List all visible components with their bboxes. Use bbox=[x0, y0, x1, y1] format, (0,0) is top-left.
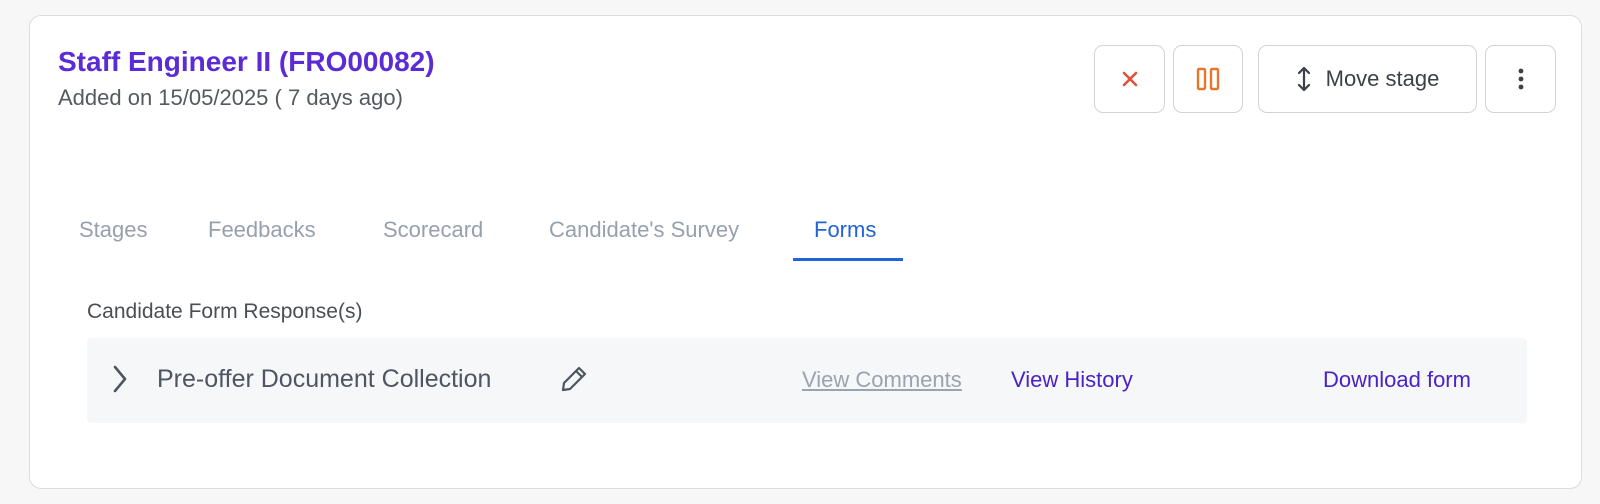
more-options-button[interactable] bbox=[1485, 45, 1556, 113]
form-name: Pre-offer Document Collection bbox=[157, 365, 492, 393]
added-on-text: Added on 15/05/2025 ( 7 days ago) bbox=[58, 85, 403, 110]
reject-button[interactable] bbox=[1094, 45, 1165, 113]
forms-section-heading: Candidate Form Response(s) bbox=[87, 300, 363, 323]
more-vertical-icon bbox=[1518, 68, 1524, 90]
tab-scorecard[interactable]: Scorecard bbox=[383, 217, 483, 243]
job-title[interactable]: Staff Engineer II (FRO00082) bbox=[58, 46, 435, 78]
application-card: Staff Engineer II (FRO00082) Added on 15… bbox=[29, 15, 1582, 489]
pause-icon bbox=[1196, 67, 1220, 91]
edit-pencil-icon[interactable] bbox=[559, 364, 589, 399]
view-history-link[interactable]: View History bbox=[1011, 367, 1133, 393]
chevron-right-icon[interactable] bbox=[112, 364, 128, 399]
move-stage-button[interactable]: Move stage bbox=[1258, 45, 1477, 113]
close-icon bbox=[1121, 70, 1139, 88]
form-row: Pre-offer Document Collection View Comme… bbox=[87, 338, 1527, 423]
move-stage-label: Move stage bbox=[1325, 66, 1440, 91]
vertical-arrows-icon bbox=[1296, 65, 1312, 93]
download-form-link[interactable]: Download form bbox=[1323, 367, 1471, 393]
tab-stages[interactable]: Stages bbox=[79, 217, 148, 243]
tab-forms[interactable]: Forms bbox=[814, 217, 876, 243]
tab-feedbacks[interactable]: Feedbacks bbox=[208, 217, 316, 243]
tab-candidates-survey[interactable]: Candidate's Survey bbox=[549, 217, 739, 243]
active-tab-indicator bbox=[793, 258, 903, 261]
view-comments-link[interactable]: View Comments bbox=[802, 367, 962, 393]
put-on-hold-button[interactable] bbox=[1173, 45, 1243, 113]
